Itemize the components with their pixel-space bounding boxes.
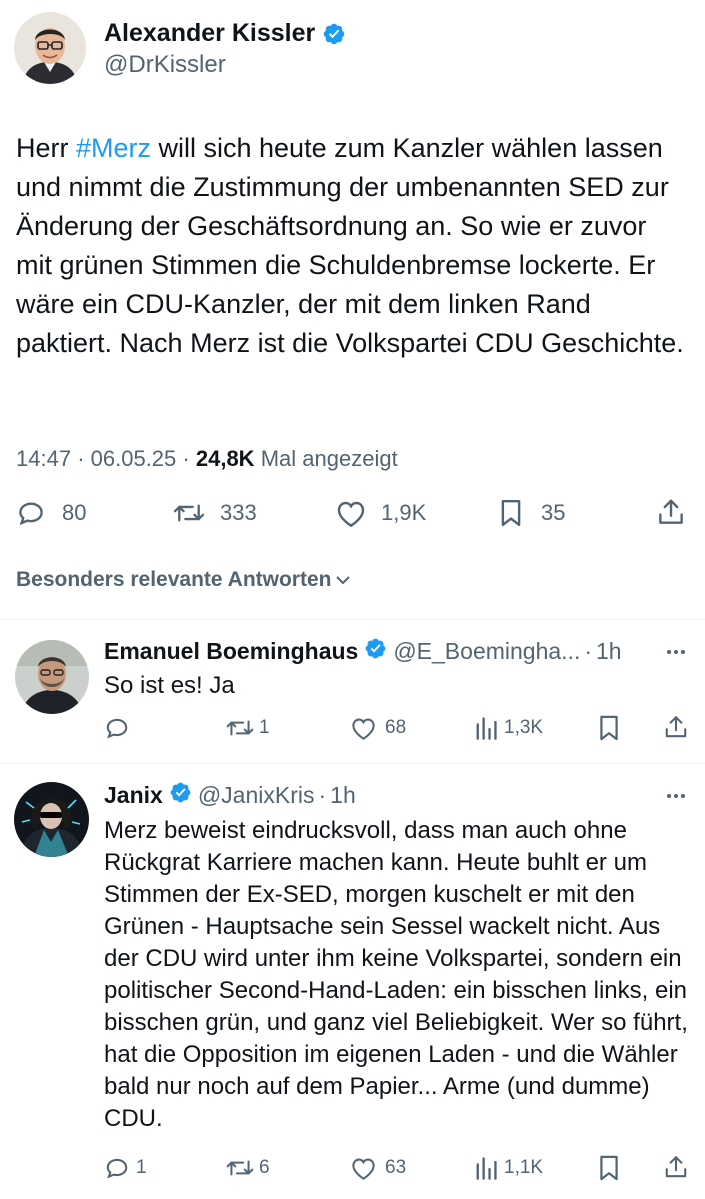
like-icon	[335, 498, 367, 528]
bookmark-button[interactable]	[597, 714, 621, 742]
share-button[interactable]	[656, 497, 686, 527]
replies-sort-selector[interactable]: Besonders relevante Antworten	[16, 567, 353, 593]
meta-separator: ·	[318, 781, 327, 808]
share-icon	[656, 497, 686, 527]
like-icon	[350, 1155, 377, 1181]
views-button[interactable]: 1,1K	[474, 1154, 543, 1182]
reply-icon	[104, 1155, 130, 1181]
share-icon	[663, 713, 689, 741]
like-count: 1,9K	[381, 500, 427, 525]
reply-author-handle[interactable]: @E_Boemingha...	[393, 638, 580, 665]
share-button[interactable]	[663, 713, 689, 741]
views-count: 1,3K	[504, 717, 544, 738]
bookmark-button[interactable]: 35	[497, 498, 565, 528]
reply-text: So ist es! Ja	[104, 672, 235, 699]
more-icon[interactable]	[664, 642, 688, 667]
author-handle[interactable]: @DrKissler	[104, 50, 226, 80]
views-label: Mal angezeigt	[260, 446, 398, 471]
repost-icon	[225, 715, 255, 741]
bookmark-icon	[497, 498, 525, 528]
meta-separator: ·	[77, 446, 85, 471]
bookmark-icon	[597, 714, 621, 742]
meta-separator: ·	[182, 446, 190, 471]
chevron-down-icon	[333, 570, 353, 590]
reply-icon	[16, 498, 46, 528]
verified-badge-icon	[322, 22, 346, 51]
views-count: 24,8K	[195, 446, 255, 471]
repost-icon	[225, 1155, 255, 1181]
views-button[interactable]: 1,3K	[474, 714, 543, 742]
reply-avatar[interactable]	[15, 640, 89, 714]
tweet-text-prefix: Herr	[16, 133, 76, 163]
author-avatar[interactable]	[14, 12, 86, 84]
verified-badge-icon	[169, 781, 192, 810]
like-button[interactable]: 1,9K	[335, 498, 426, 528]
repost-button[interactable]: 333	[172, 498, 257, 528]
bookmark-icon	[597, 1154, 621, 1182]
divider	[0, 763, 705, 764]
tweet-text-body: will sich heute zum Kanzler wählen lasse…	[16, 133, 684, 358]
repost-count: 6	[259, 1157, 270, 1178]
verified-badge-icon	[364, 637, 387, 666]
like-count: 63	[385, 1157, 407, 1178]
repost-count: 333	[220, 500, 257, 525]
tweet-meta: 14:47 · 06.05.25 · 24,8K Mal angezeigt	[16, 445, 398, 473]
views-icon	[474, 1155, 498, 1181]
meta-separator: ·	[584, 637, 593, 664]
more-icon[interactable]	[664, 786, 688, 811]
reply-avatar[interactable]	[14, 782, 89, 857]
share-icon	[663, 1153, 689, 1181]
reply-button[interactable]: 1	[104, 1154, 147, 1182]
tweet-text: Herr #Merz will sich heute zum Kanzler w…	[16, 129, 688, 363]
reply-time[interactable]: 1h	[596, 638, 622, 665]
repost-button[interactable]: 6	[225, 1154, 270, 1182]
repost-icon	[172, 498, 206, 528]
like-button[interactable]: 68	[350, 714, 406, 742]
like-icon	[350, 715, 377, 741]
reply-header: Janix @JanixKris · 1h	[104, 780, 356, 810]
author-name[interactable]: Alexander Kissler	[104, 18, 315, 48]
like-button[interactable]: 63	[350, 1154, 406, 1182]
reply-text: Merz beweist eindrucksvoll, dass man auc…	[104, 817, 688, 1132]
reply-count: 80	[62, 500, 87, 525]
divider	[0, 619, 705, 620]
hashtag-link[interactable]: #Merz	[76, 133, 151, 163]
bookmark-count: 35	[541, 500, 566, 525]
repost-button[interactable]: 1	[225, 714, 270, 742]
tweet-date[interactable]: 06.05.25	[91, 446, 177, 471]
reply-header: Emanuel Boeminghaus @E_Boemingha... · 1h	[104, 636, 622, 666]
reply-time[interactable]: 1h	[330, 782, 356, 809]
replies-sort-label: Besonders relevante Antworten	[16, 568, 332, 591]
reply-icon	[104, 715, 130, 741]
repost-count: 1	[259, 717, 270, 738]
reply-count: 1	[136, 1157, 147, 1178]
reply-author-handle[interactable]: @JanixKris	[198, 782, 315, 809]
reply-author-name[interactable]: Emanuel Boeminghaus	[104, 638, 358, 665]
reply-button[interactable]: 80	[16, 498, 86, 528]
bookmark-button[interactable]	[597, 1154, 621, 1182]
like-count: 68	[385, 717, 407, 738]
reply-button[interactable]	[104, 714, 136, 742]
views-icon	[474, 715, 498, 741]
views-count: 1,1K	[504, 1157, 544, 1178]
share-button[interactable]	[663, 1153, 689, 1181]
reply-author-name[interactable]: Janix	[104, 782, 163, 809]
tweet-time[interactable]: 14:47	[16, 446, 71, 471]
